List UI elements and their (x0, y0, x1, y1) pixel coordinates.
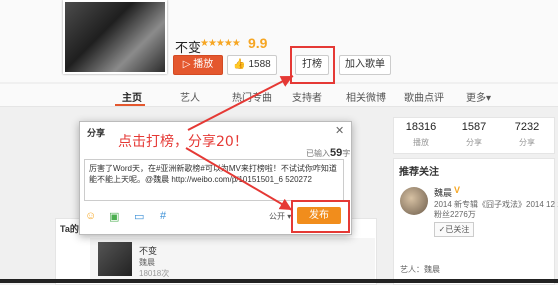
annotation-text: 点击打榜，分享20！ (118, 134, 248, 150)
arrow-to-rank (187, 75, 294, 131)
annotation-arrows (185, 75, 294, 211)
arrow-to-publish (185, 147, 293, 211)
